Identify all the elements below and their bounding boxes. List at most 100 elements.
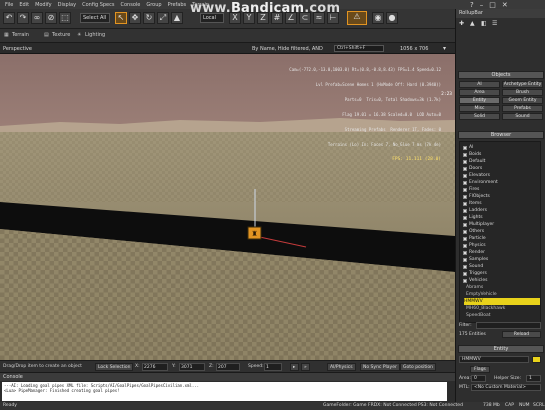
terrain-tab-icon[interactable]: ▲ bbox=[470, 20, 475, 27]
browser-item[interactable]: AI bbox=[463, 144, 473, 151]
browser-item[interactable]: Items bbox=[463, 200, 482, 207]
browser-item[interactable]: Multiplayer bbox=[463, 221, 494, 228]
menu-group[interactable]: Group bbox=[146, 2, 161, 8]
ai-physics-button[interactable]: AI/Physics bbox=[327, 363, 356, 371]
menu-display[interactable]: Display bbox=[58, 2, 76, 8]
browser-item[interactable]: Fires bbox=[463, 186, 479, 193]
terrain-tool-icon[interactable]: ▲ bbox=[171, 12, 183, 24]
texture-button[interactable]: Texture bbox=[52, 32, 70, 38]
folder-icon bbox=[463, 236, 467, 241]
entity-browser-tree[interactable]: AI Boids Default Doors Elevators Environ… bbox=[459, 141, 541, 323]
browser-filter-input[interactable] bbox=[476, 322, 541, 329]
object-geom-entity-button[interactable]: Geom Entity bbox=[502, 97, 543, 104]
browser-item[interactable]: Vehicles bbox=[463, 277, 487, 284]
browser-subitem-selected[interactable]: HMMWV bbox=[464, 298, 540, 305]
browser-item[interactable]: Elevators bbox=[463, 172, 490, 179]
browser-item[interactable]: Boids bbox=[463, 151, 481, 158]
unlink-icon[interactable]: ⊘ bbox=[45, 12, 57, 24]
physics-icon[interactable]: ● bbox=[386, 12, 398, 24]
viewport-header: Perspective By Name, Hide filtered, AND … bbox=[0, 43, 455, 54]
no-sync-player-button[interactable]: No Sync Player bbox=[360, 363, 400, 371]
minimize-icon[interactable]: – bbox=[480, 1, 484, 9]
memory-status: 738 Mb bbox=[483, 403, 500, 408]
browser-item[interactable]: Triggers bbox=[463, 270, 487, 277]
warning-icon[interactable]: ⚠ bbox=[347, 11, 367, 25]
close-icon[interactable]: ✕ bbox=[502, 1, 508, 9]
browser-item[interactable]: FlObjects bbox=[463, 193, 490, 200]
entity-header[interactable]: Entity bbox=[458, 345, 544, 353]
browser-header[interactable]: Browser bbox=[458, 131, 544, 139]
object-prefabs-button[interactable]: Prefabs bbox=[502, 105, 543, 112]
display-tab-icon[interactable]: ◧ bbox=[481, 20, 487, 27]
menu-edit[interactable]: Edit bbox=[19, 2, 29, 8]
console-panel: Console ---AI: Loading goal pipes XML fi… bbox=[0, 372, 455, 402]
browser-item[interactable]: Lights bbox=[463, 214, 483, 221]
browser-item[interactable]: Environment bbox=[463, 179, 498, 186]
scale-icon[interactable]: ⤢ bbox=[157, 12, 169, 24]
material-field[interactable]: <No Custom Material> bbox=[471, 384, 541, 391]
goto-position-button[interactable]: Goto position bbox=[400, 363, 437, 371]
speed-slow-icon[interactable]: ▸ bbox=[290, 363, 299, 371]
object-area-button[interactable]: Area bbox=[459, 89, 500, 96]
z-coord-field[interactable]: 207 bbox=[216, 363, 240, 371]
menu-prefabs[interactable]: Prefabs bbox=[168, 2, 187, 8]
object-ai-button[interactable]: AI bbox=[459, 81, 500, 88]
object-archetype-entity-button[interactable]: Archetype Entity bbox=[502, 81, 543, 88]
lighting-button[interactable]: Lighting bbox=[85, 32, 105, 38]
undo-icon[interactable]: ↶ bbox=[3, 12, 15, 24]
object-brush-button[interactable]: Brush bbox=[502, 89, 543, 96]
viewport-3d[interactable]: ♜ Cam=(-772.0,-13.0,1003.0) Rt=(0.8,-0.8… bbox=[0, 54, 455, 360]
browser-item[interactable]: Sound bbox=[463, 263, 483, 270]
browser-subitem[interactable]: MH60_Blackhawk bbox=[466, 305, 505, 312]
pointer-icon[interactable]: ↖ bbox=[115, 12, 127, 24]
browser-item[interactable]: Physics bbox=[463, 242, 486, 249]
reload-button[interactable]: Reload bbox=[502, 331, 541, 338]
browser-item[interactable]: Default bbox=[463, 158, 485, 165]
entity-color-swatch[interactable] bbox=[532, 356, 541, 363]
browser-item[interactable]: Render bbox=[463, 249, 485, 256]
object-sound-button[interactable]: Sound bbox=[502, 113, 543, 120]
layers-tab-icon[interactable]: ☰ bbox=[492, 20, 497, 27]
object-solid-button[interactable]: Solid bbox=[459, 113, 500, 120]
speed-fast-icon[interactable]: » bbox=[301, 363, 310, 371]
select-icon[interactable]: ⬚ bbox=[59, 12, 71, 24]
link-icon[interactable]: ∞ bbox=[31, 12, 43, 24]
flags-button[interactable]: Flags bbox=[470, 366, 490, 373]
viewport-search-input[interactable]: Ctrl+Shift+F bbox=[334, 45, 384, 52]
move-icon[interactable]: ✥ bbox=[129, 12, 141, 24]
browser-subitem[interactable]: EmptyVehicle bbox=[466, 291, 497, 298]
rotate-icon[interactable]: ↻ bbox=[143, 12, 155, 24]
object-entity-button[interactable]: Entity bbox=[459, 97, 500, 104]
browser-subitem[interactable]: SpeedBoat bbox=[466, 312, 490, 319]
viewport-menu-icon[interactable]: ▾ bbox=[443, 45, 446, 52]
redo-icon[interactable]: ↷ bbox=[17, 12, 29, 24]
help-icon[interactable]: ? bbox=[470, 1, 474, 9]
lock-selection-button[interactable]: Lock Selection bbox=[95, 363, 134, 371]
x-coord-field[interactable]: 2276 bbox=[142, 363, 168, 371]
browser-subitem[interactable]: Abrams bbox=[466, 284, 483, 291]
browser-item[interactable]: Others bbox=[463, 228, 484, 235]
browser-item[interactable]: Ladders bbox=[463, 207, 487, 214]
menu-config-specs[interactable]: Config Specs bbox=[82, 2, 114, 8]
select-filter-combo[interactable]: Select All bbox=[80, 13, 110, 23]
console-output[interactable]: ---AI: Loading goal pipes XML file: Scri… bbox=[2, 382, 447, 401]
area-field[interactable]: 0 bbox=[471, 375, 486, 382]
browser-item[interactable]: Doors bbox=[463, 165, 482, 172]
terrain-button[interactable]: Terrain bbox=[12, 32, 29, 38]
browser-item[interactable]: Samples bbox=[463, 256, 488, 263]
menu-file[interactable]: File bbox=[5, 2, 13, 8]
menu-console[interactable]: Console bbox=[121, 2, 141, 8]
maximize-icon[interactable]: □ bbox=[489, 1, 496, 9]
speed-field[interactable]: 1 bbox=[264, 363, 282, 371]
filter-label[interactable]: By Name, Hide filtered, AND bbox=[252, 46, 323, 52]
camera-icon[interactable]: ◉ bbox=[372, 12, 384, 24]
entity-name-field[interactable]: HMMWV bbox=[459, 356, 529, 363]
browser-item[interactable]: Particle bbox=[463, 235, 486, 242]
y-coord-field[interactable]: 3071 bbox=[179, 363, 205, 371]
menu-modify[interactable]: Modify bbox=[35, 2, 52, 8]
objects-header[interactable]: Objects bbox=[458, 71, 544, 79]
object-misc-button[interactable]: Misc bbox=[459, 105, 500, 112]
helper-size-field[interactable]: 1 bbox=[526, 375, 541, 382]
viewport-title[interactable]: Perspective bbox=[3, 46, 32, 52]
create-tab-icon[interactable]: ✚ bbox=[459, 20, 464, 27]
